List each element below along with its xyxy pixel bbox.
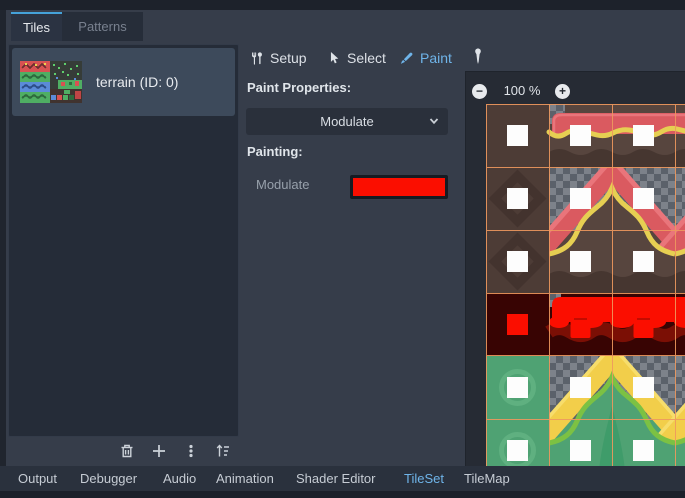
menu-dots-icon[interactable] xyxy=(182,442,200,460)
tileset-thumbnail xyxy=(20,61,82,103)
tab-tiles-label: Tiles xyxy=(23,20,50,35)
bottom-tab-shader-editor[interactable]: Shader Editor xyxy=(296,466,376,491)
bottom-tab-debugger[interactable]: Debugger xyxy=(80,466,137,491)
sort-icon[interactable] xyxy=(214,442,232,460)
list-item-terrain[interactable]: terrain (ID: 0) xyxy=(12,48,235,116)
delete-icon[interactable] xyxy=(118,442,136,460)
bottom-tab-tileset[interactable]: TileSet xyxy=(404,466,444,491)
zoom-out-button[interactable]: − xyxy=(472,84,487,99)
select-tool-button[interactable]: Select xyxy=(327,49,386,67)
bottom-tab-tilemap[interactable]: TileMap xyxy=(464,466,510,491)
tiles-list-toolbar xyxy=(8,440,239,462)
chevron-down-icon xyxy=(428,115,440,127)
top-strip xyxy=(0,0,685,10)
picker-tool-button[interactable] xyxy=(471,47,485,67)
bottom-tab-output[interactable]: Output xyxy=(18,466,57,491)
bottom-panel-bar: Output Debugger Audio Animation Shader E… xyxy=(0,466,685,491)
cursor-icon xyxy=(327,51,341,65)
bottom-strip xyxy=(0,491,685,498)
tile-atlas-image xyxy=(486,104,685,467)
tileset-editor: Tiles Patterns xyxy=(0,0,685,498)
tab-patterns-label: Patterns xyxy=(78,19,126,34)
zoom-in-button[interactable]: + xyxy=(555,84,570,99)
paint-tool-label: Paint xyxy=(420,50,452,66)
select-tool-label: Select xyxy=(347,50,386,66)
paint-property-dropdown[interactable]: Modulate xyxy=(246,108,448,135)
modulate-color-swatch[interactable] xyxy=(350,175,448,199)
list-item-label: terrain (ID: 0) xyxy=(96,74,178,90)
add-icon[interactable] xyxy=(150,442,168,460)
atlas-panel: − 100 % + xyxy=(465,71,685,466)
paint-property-value: Modulate xyxy=(320,114,373,129)
paint-tool-button[interactable]: Paint xyxy=(399,49,452,67)
setup-tool-button[interactable]: Setup xyxy=(249,49,307,67)
modulate-property-label: Modulate xyxy=(256,177,309,192)
tab-patterns[interactable]: Patterns xyxy=(62,12,143,41)
tab-tiles[interactable]: Tiles xyxy=(11,12,62,41)
bottom-tab-animation[interactable]: Animation xyxy=(216,466,274,491)
tile-atlas-view[interactable] xyxy=(486,104,685,467)
bottom-tab-audio[interactable]: Audio xyxy=(163,466,196,491)
setup-tool-label: Setup xyxy=(270,50,307,66)
setup-tools-icon xyxy=(249,51,264,66)
eyedropper-icon xyxy=(471,47,485,67)
tiles-list-panel: terrain (ID: 0) xyxy=(8,44,239,437)
zoom-level: 100 % xyxy=(496,83,548,98)
left-edge-strip xyxy=(0,10,6,491)
paint-brush-icon xyxy=(399,51,414,66)
paint-properties-heading: Paint Properties: xyxy=(247,80,351,95)
modulate-color-swatch-fill xyxy=(353,178,445,196)
painting-heading: Painting: xyxy=(247,144,303,159)
